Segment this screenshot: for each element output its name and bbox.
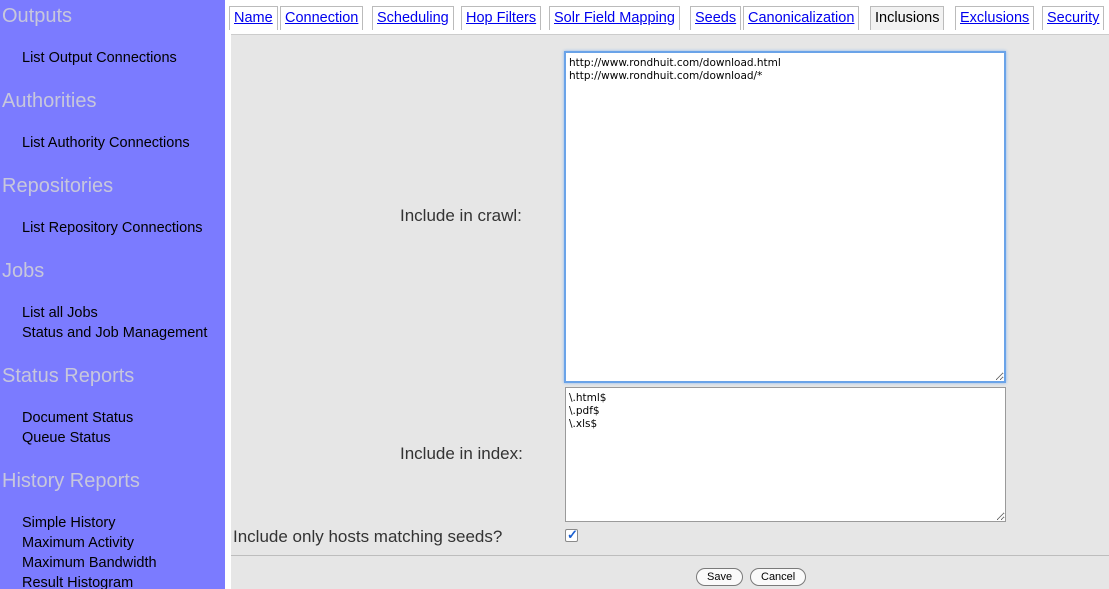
tab-bar: Name Connection Scheduling Hop Filters S… [227, 0, 1109, 30]
save-button[interactable]: Save [696, 568, 744, 586]
inclusions-panel: Include in crawl: Include in index: Incl… [231, 34, 1109, 589]
section-jobs: Jobs [2, 260, 45, 282]
nav-maximum-bandwidth[interactable]: Maximum Bandwidth [22, 555, 157, 571]
section-outputs: Outputs [2, 5, 73, 27]
sidebar-nav: Outputs List Output Connections Authorit… [0, 0, 225, 589]
tab-exclusions[interactable]: Exclusions [955, 6, 1035, 30]
divider [231, 555, 1109, 556]
tab-solr-field-mapping[interactable]: Solr Field Mapping [549, 6, 680, 30]
nav-maximum-activity[interactable]: Maximum Activity [22, 535, 134, 551]
nav-list-authority-connections[interactable]: List Authority Connections [22, 135, 190, 151]
nav-list-all-jobs[interactable]: List all Jobs [22, 305, 98, 321]
nav-status-job-management[interactable]: Status and Job Management [22, 325, 207, 341]
nav-list-repository-connections[interactable]: List Repository Connections [22, 220, 203, 236]
include-crawl-textarea[interactable] [564, 51, 1006, 383]
tab-security[interactable]: Security [1042, 6, 1105, 30]
nav-result-histogram[interactable]: Result Histogram [22, 575, 133, 589]
section-status-reports: Status Reports [2, 365, 135, 387]
nav-list-output-connections[interactable]: List Output Connections [22, 50, 177, 66]
nav-simple-history[interactable]: Simple History [22, 515, 115, 531]
nav-document-status[interactable]: Document Status [22, 410, 133, 426]
tab-canonicalization[interactable]: Canonicalization [743, 6, 860, 30]
include-index-textarea[interactable] [565, 387, 1006, 522]
section-repositories: Repositories [2, 175, 114, 197]
tab-name[interactable]: Name [229, 6, 278, 30]
tab-inclusions[interactable]: Inclusions [870, 6, 945, 30]
check-icon: ✓ [567, 527, 578, 542]
tab-seeds[interactable]: Seeds [690, 6, 742, 30]
include-index-label: Include in index: [400, 444, 523, 463]
tab-connection[interactable]: Connection [280, 6, 364, 30]
include-hosts-checkbox[interactable]: ✓ [565, 527, 578, 542]
tab-hop-filters[interactable]: Hop Filters [461, 6, 542, 30]
section-history-reports: History Reports [2, 470, 140, 492]
cancel-button[interactable]: Cancel [750, 568, 807, 586]
tab-scheduling[interactable]: Scheduling [372, 6, 454, 30]
include-crawl-label: Include in crawl: [400, 206, 522, 225]
nav-queue-status[interactable]: Queue Status [22, 430, 111, 446]
include-hosts-label: Include only hosts matching seeds? [233, 527, 503, 546]
section-authorities: Authorities [2, 90, 97, 112]
main-content: Name Connection Scheduling Hop Filters S… [227, 0, 1109, 589]
